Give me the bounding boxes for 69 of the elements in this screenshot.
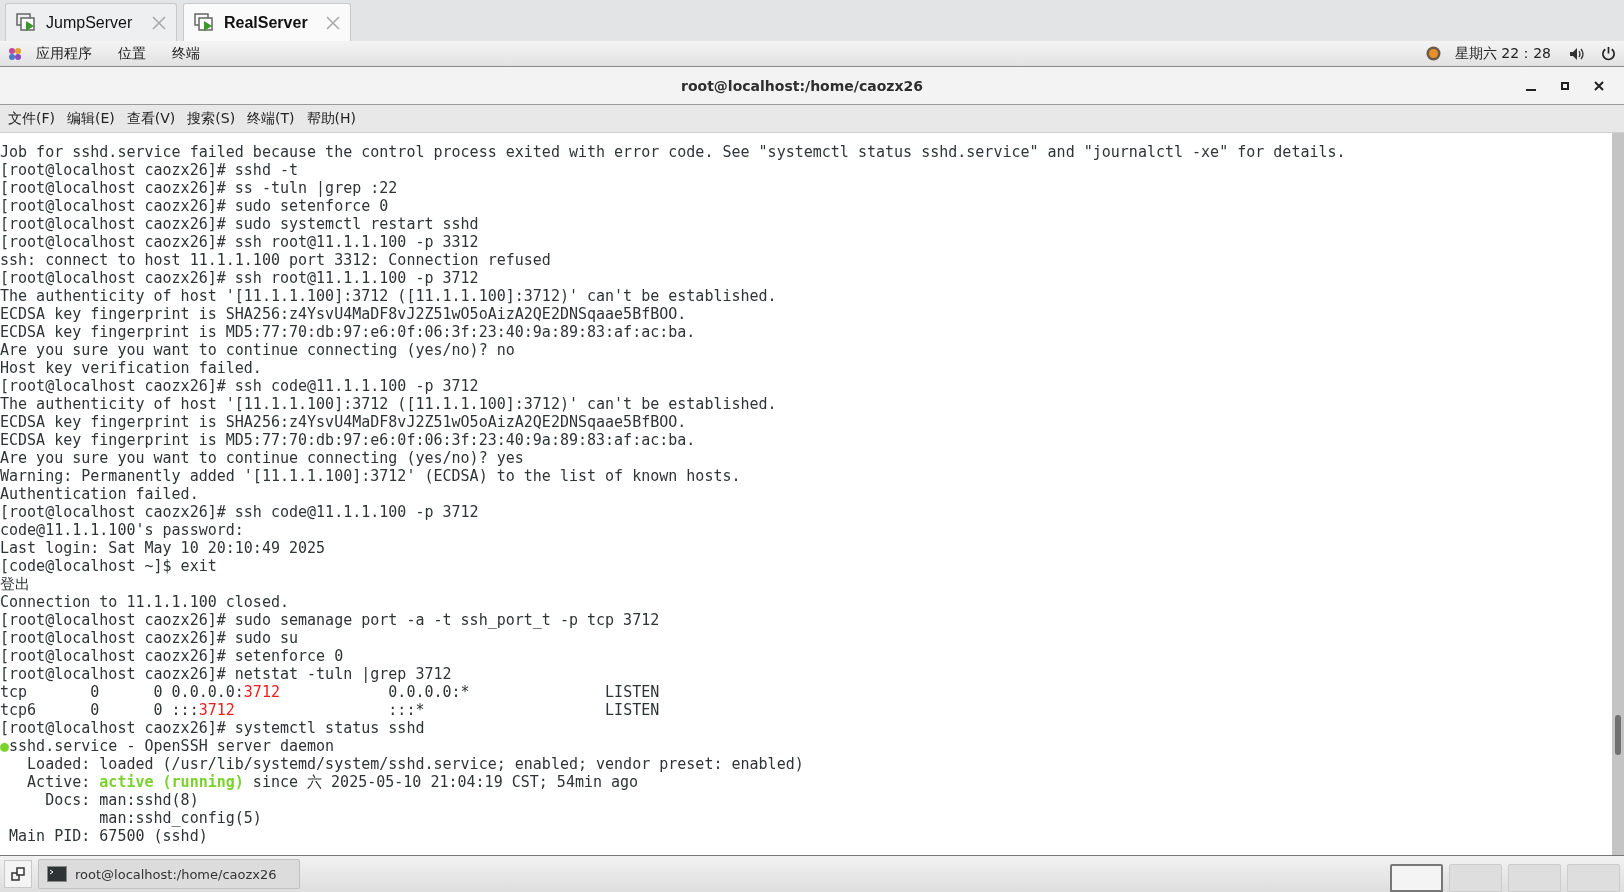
terminal-line: [root@localhost caozx26]# sshd -t [0, 161, 298, 179]
taskbar-window-button[interactable]: root@localhost:/home/caozx26 [38, 859, 300, 889]
flower-icon[interactable] [8, 46, 22, 61]
terminal-line: Last login: Sat May 10 20:10:49 2025 [0, 539, 326, 557]
status-icon[interactable] [1425, 46, 1441, 61]
terminal-line: [root@localhost caozx26]# ssh code@11.1.1.100 -p 3712 [0, 377, 479, 395]
scrollbar[interactable] [1612, 133, 1624, 855]
terminal-line: [root@localhost caozx26]# ssh code@11.1.1.100 -p 3712 [0, 503, 479, 521]
volume-icon[interactable] [1569, 46, 1585, 61]
terminal-line: [root@localhost caozx26]# sudo systemctl restart sshd [0, 215, 479, 233]
vm-tab[interactable]: RealServer [183, 3, 351, 41]
scroll-thumb[interactable] [1615, 715, 1621, 755]
terminal-line: [root@localhost caozx26]# netstat -tuln |grep 3712 [0, 665, 452, 683]
terminal-line: ECDSA key fingerprint is MD5:77:70:db:97:e6:0f:06:3f:23:40:9a:89:83:af:ac:ba. [0, 431, 696, 449]
maximize-icon [1561, 81, 1569, 90]
terminal-line: [root@localhost caozx26]# sudo su [0, 629, 298, 647]
panel-menu[interactable]: 应用程序 [36, 44, 92, 63]
terminal-line: [root@localhost caozx26]# systemctl status sshd [0, 719, 425, 737]
vm-tab[interactable]: JumpServer [5, 3, 177, 41]
terminal-line: ECDSA key fingerprint is MD5:77:70:db:97:e6:0f:06:3f:23:40:9a:89:83:af:ac:ba. [0, 323, 696, 341]
terminal-line: ECDSA key fingerprint is SHA256:z4YsvU4MaDF8vJ2Z51wO5oAizA2QE2DNSqaae5BfBOO. [0, 305, 687, 323]
terminal-line: [root@localhost caozx26]# sudo semanage port -a -t ssh_port_t -p tcp 3712 [0, 611, 660, 629]
terminal-line: [root@localhost caozx26]# ssh root@11.1.1.100 -p 3312 [0, 233, 479, 251]
terminal-line: ECDSA key fingerprint is SHA256:z4YsvU4MaDF8vJ2Z51wO5oAizA2QE2DNSqaae5BfBOO. [0, 413, 687, 431]
menu-item[interactable]: 搜索(S) [183, 109, 244, 128]
terminal-line: Authentication failed. [0, 485, 199, 503]
close-icon [1594, 80, 1604, 91]
terminal-line: [root@localhost caozx26]# ssh root@11.1.1.100 -p 3712 [0, 269, 479, 287]
menu-item[interactable]: 文件(F) [4, 109, 63, 128]
power-icon[interactable] [1601, 46, 1616, 61]
workspace-button[interactable] [1390, 864, 1443, 892]
terminal-line: The authenticity of host '[11.1.1.100]:3712 ([11.1.1.100]:3712)' can't be established. [0, 395, 777, 413]
terminal-line: The authenticity of host '[11.1.1.100]:3712 ([11.1.1.100]:3712)' can't be established. [0, 287, 777, 305]
terminal-line: Warning: Permanently added '[11.1.1.100]:3712' (ECDSA) to the list of known hosts. [0, 467, 741, 485]
terminal-line: tcp 0 0 0.0.0.0:3712 0.0.0.0:* LISTEN [0, 683, 660, 701]
minimize-icon [1526, 88, 1536, 91]
terminal-line: Are you sure you want to continue connecting (yes/no)? yes [0, 449, 524, 467]
terminal-line: Host key verification failed. [0, 359, 262, 377]
terminal-line: Connection to 11.1.1.100 closed. [0, 593, 289, 611]
clock[interactable]: 星期六 22：28 [1454, 44, 1551, 63]
terminal-line: code@11.1.1.100's password: [0, 521, 244, 539]
window-title: root@localhost:/home/caozx26 [680, 77, 924, 94]
terminal-line: 登出 [0, 575, 30, 593]
terminal-line: ●sshd.service - OpenSSH server daemon [0, 737, 335, 755]
terminal-line: Active: active (running) since 六 2025-05-10 21:04:19 CST; 54min ago [26, 773, 639, 791]
windows-icon [11, 867, 25, 881]
terminal-line: Docs: man:sshd(8) [44, 791, 199, 809]
terminal-line: Are you sure you want to continue connecting (yes/no)? no [0, 341, 515, 359]
menu-item[interactable]: 终端(T) [243, 109, 303, 128]
terminal-line: [code@localhost ~]$ exit [0, 557, 217, 575]
terminal-line: man:sshd_config(5) [98, 809, 262, 827]
close-icon[interactable] [326, 15, 340, 30]
terminal-line: tcp6 0 0 :::3712 :::* LISTEN [0, 701, 660, 719]
panel-menu[interactable]: 位置 [118, 44, 146, 63]
menu-item[interactable]: 帮助(H) [302, 109, 365, 128]
remote-desktop-icon [16, 12, 38, 33]
menu-item[interactable]: 查看(V) [122, 109, 184, 128]
terminal-line: [root@localhost caozx26]# ss -tuln |grep :22 [0, 179, 398, 197]
terminal-line: Loaded: loaded (/usr/lib/systemd/system/sshd.service; enabled; vendor preset: enabled) [26, 755, 804, 773]
menu-item[interactable]: 编辑(E) [63, 109, 123, 128]
panel-menu[interactable]: 终端 [172, 44, 200, 63]
terminal-line: ssh: connect to host 11.1.1.100 port 3312: Connection refused [0, 251, 551, 269]
terminal-line: [root@localhost caozx26]# setenforce 0 [0, 647, 344, 665]
terminal-icon [47, 866, 67, 882]
terminal-line: Job for sshd.service failed because the control process exited with error code. See "systemctl status sshd.service" and "journalctl -xe" for details. [0, 143, 1346, 161]
terminal-line: [root@localhost caozx26]# sudo setenforce 0 [0, 197, 389, 215]
remote-desktop-icon [194, 12, 216, 33]
terminal-line: Main PID: 67500 (sshd) [8, 827, 208, 845]
window-list-button[interactable] [4, 860, 32, 888]
